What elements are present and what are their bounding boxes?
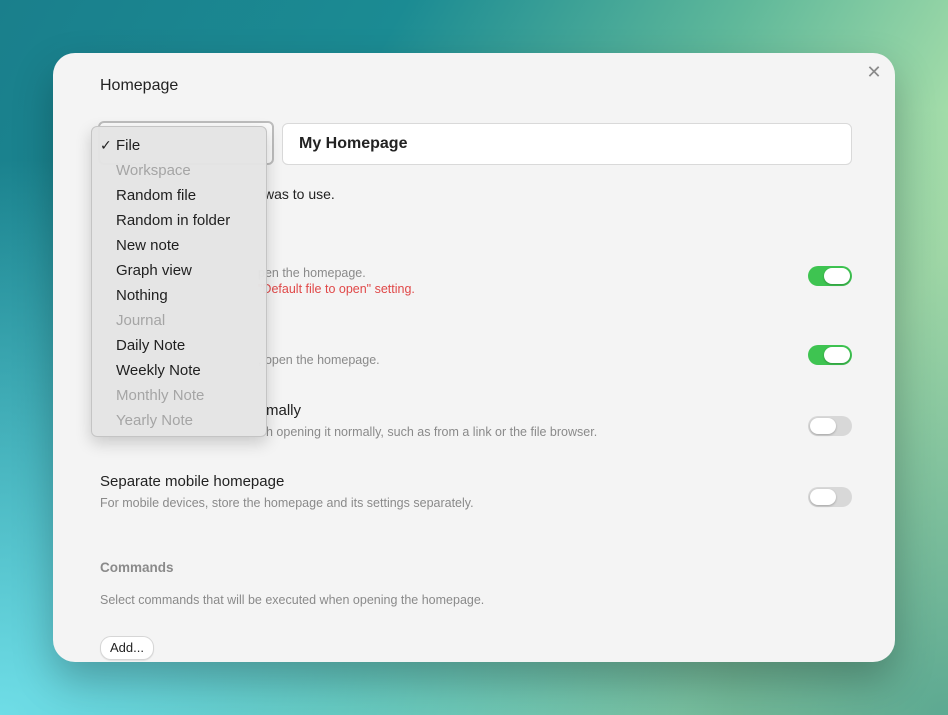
setting-description: , open the homepage.: [258, 353, 380, 367]
setting-description: For mobile devices, store the homepage a…: [100, 496, 474, 510]
homepage-type-hint: was to use.: [264, 186, 335, 202]
dialog-title: Homepage: [100, 77, 179, 94]
setting-toggle-startup[interactable]: [808, 266, 852, 286]
setting-toggle-mobile[interactable]: [808, 487, 852, 507]
setting-open-when-empty: , open the homepage.: [258, 353, 758, 367]
toggle-knob: [810, 489, 836, 505]
close-icon[interactable]: ✕: [865, 63, 883, 81]
commands-description: Select commands that will be executed wh…: [100, 593, 485, 607]
commands-header: Commands: [100, 560, 174, 575]
dropdown-item-label: Nothing: [116, 287, 168, 304]
dropdown-item-new-note[interactable]: New note: [92, 233, 266, 258]
checkmark-icon: ✓: [100, 137, 112, 153]
homepage-name-input[interactable]: My Homepage: [282, 123, 852, 165]
setting-description: h opening it normally, such as from a li…: [266, 425, 598, 439]
dropdown-item-label: Random file: [116, 187, 197, 204]
dropdown-item-yearly-note: Yearly Note: [92, 408, 266, 433]
setting-separate-mobile-homepage: Separate mobile homepage For mobile devi…: [100, 473, 800, 510]
toggle-knob: [824, 347, 850, 363]
homepage-type-dropdown: ✓ File Workspace Random file Random in fo…: [91, 126, 267, 437]
toggle-knob: [824, 268, 850, 284]
dropdown-item-monthly-note: Monthly Note: [92, 383, 266, 408]
setting-warning: "Default file to open" setting.: [258, 282, 415, 296]
setting-toggle-empty[interactable]: [808, 345, 852, 365]
add-command-button[interactable]: Add...: [100, 636, 154, 660]
setting-name: mally: [266, 402, 302, 419]
dropdown-item-workspace: Workspace: [92, 158, 266, 183]
setting-name: Separate mobile homepage: [100, 473, 285, 490]
dropdown-item-label: Yearly Note: [116, 412, 193, 429]
setting-open-on-startup: pen the homepage. "Default file to open"…: [258, 266, 758, 296]
dropdown-item-label: Graph view: [116, 262, 192, 279]
dropdown-item-label: Random in folder: [116, 212, 231, 229]
dropdown-item-label: New note: [116, 237, 180, 254]
dropdown-item-label: Monthly Note: [116, 387, 205, 404]
dropdown-item-journal: Journal: [92, 308, 266, 333]
dropdown-item-label: Weekly Note: [116, 362, 201, 379]
dropdown-item-label: Workspace: [116, 162, 191, 179]
dropdown-item-label: Journal: [116, 312, 166, 329]
dropdown-item-label: Daily Note: [116, 337, 186, 354]
dropdown-item-file[interactable]: ✓ File: [92, 133, 266, 158]
toggle-knob: [810, 418, 836, 434]
setting-toggle-normally[interactable]: [808, 416, 852, 436]
dropdown-item-random-file[interactable]: Random file: [92, 183, 266, 208]
dropdown-item-label: File: [116, 137, 141, 154]
dropdown-item-weekly-note[interactable]: Weekly Note: [92, 358, 266, 383]
dropdown-item-nothing[interactable]: Nothing: [92, 283, 266, 308]
dropdown-item-daily-note[interactable]: Daily Note: [92, 333, 266, 358]
dropdown-item-random-in-folder[interactable]: Random in folder: [92, 208, 266, 233]
setting-description: pen the homepage.: [258, 266, 366, 280]
setting-use-when-opening-normally: mally h opening it normally, such as fro…: [266, 402, 806, 439]
dropdown-item-graph-view[interactable]: Graph view: [92, 258, 266, 283]
